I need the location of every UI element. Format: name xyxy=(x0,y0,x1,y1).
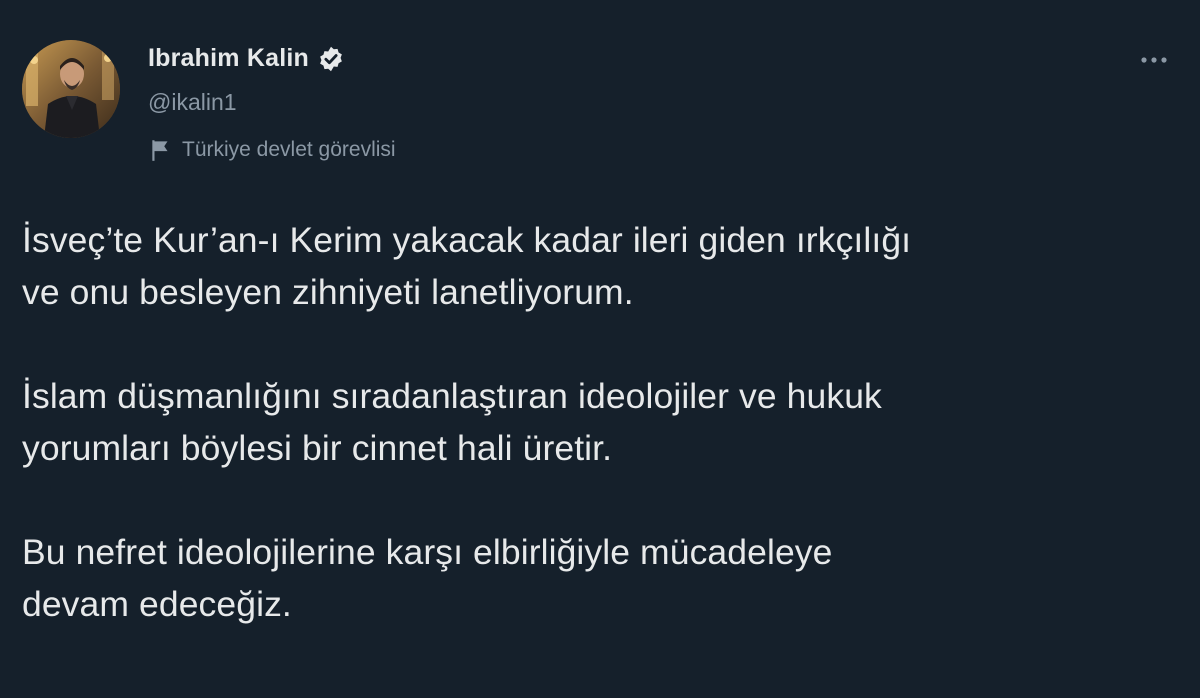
tweet-line: İsveç’te Kur’an-ı Kerim yakacak kadar il… xyxy=(22,220,912,260)
tweet-paragraph: İslam düşmanlığını sıradanlaştıran ideol… xyxy=(22,370,1182,474)
tweet-paragraph: İsveç’te Kur’an-ı Kerim yakacak kadar il… xyxy=(22,214,1182,318)
tweet-line: devam edeceğiz. xyxy=(22,584,292,624)
avatar-image xyxy=(22,40,120,138)
account-label-text: Türkiye devlet görevlisi xyxy=(182,138,396,161)
tweet-line: yorumları böylesi bir cinnet hali üretir… xyxy=(22,428,613,468)
author-handle[interactable]: @ikalin1 xyxy=(148,89,237,116)
more-options-icon[interactable] xyxy=(1134,48,1174,72)
author-row: Ibrahim Kalin xyxy=(148,44,345,73)
avatar[interactable] xyxy=(22,40,120,138)
flag-icon xyxy=(148,137,174,163)
account-label[interactable]: Türkiye devlet görevlisi xyxy=(148,137,396,163)
tweet-line: ve onu besleyen zihniyeti lanetliyorum. xyxy=(22,272,634,312)
verified-badge-icon xyxy=(317,45,345,73)
tweet-text: İsveç’te Kur’an-ı Kerim yakacak kadar il… xyxy=(22,214,1182,630)
tweet-paragraph: Bu nefret ideolojilerine karşı elbirliği… xyxy=(22,526,1182,630)
tweet-card: Ibrahim Kalin @ikalin1 Türkiye devlet gö… xyxy=(0,0,1200,698)
tweet-line: Bu nefret ideolojilerine karşı elbirliği… xyxy=(22,532,833,572)
tweet-line: İslam düşmanlığını sıradanlaştıran ideol… xyxy=(22,376,882,416)
author-display-name[interactable]: Ibrahim Kalin xyxy=(148,44,309,73)
